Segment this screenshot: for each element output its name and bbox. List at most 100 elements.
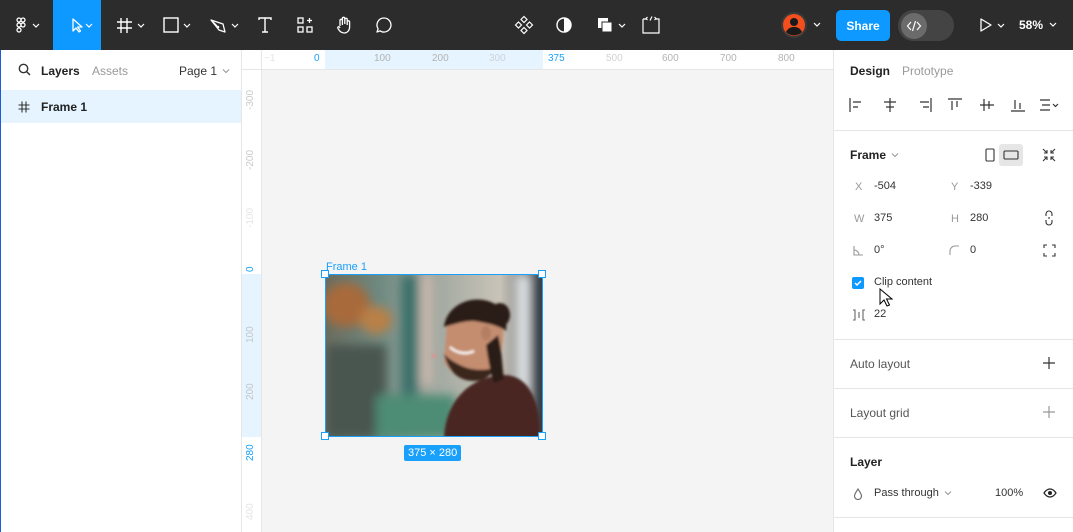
ruler-tick: 375: [548, 53, 565, 64]
chevron-down-icon: [222, 69, 230, 74]
layer-row[interactable]: Frame 1: [1, 90, 241, 123]
shape-tool-icon[interactable]: [156, 0, 196, 50]
distribute-icon: [1040, 99, 1059, 111]
landscape-icon[interactable]: [999, 144, 1023, 166]
gap-field[interactable]: 22: [874, 308, 886, 320]
resize-handle[interactable]: [321, 270, 329, 278]
contrast-icon[interactable]: [550, 0, 578, 50]
zoom-menu[interactable]: 58%: [1014, 0, 1066, 50]
resize-to-fit-icon[interactable]: [1041, 147, 1057, 168]
rotation-field[interactable]: 0°: [874, 244, 885, 256]
comment-icon[interactable]: [370, 0, 398, 50]
portrait-icon[interactable]: [979, 144, 1001, 166]
toolbar: Share 58%: [0, 0, 1073, 50]
vertical-ruler: -300 -200 -100 0 100 200 280 400: [242, 70, 262, 532]
frame-1[interactable]: [325, 274, 543, 437]
text-tool-icon[interactable]: [251, 0, 279, 50]
divider: [834, 339, 1073, 340]
divider: [834, 437, 1073, 438]
divider: [834, 388, 1073, 389]
align-bottom-icon: [1011, 100, 1025, 112]
canvas[interactable]: −1 0 100 200 300 375 500 600 700 800 -30…: [242, 50, 833, 532]
w-label: W: [854, 213, 865, 225]
ruler-tick: -300: [245, 89, 256, 110]
eye-icon[interactable]: [1043, 488, 1057, 498]
frame-title: Frame: [850, 148, 887, 162]
horizontal-ruler: −1 0 100 200 300 375 500 600 700 800: [242, 50, 833, 70]
dev-mode-toggle[interactable]: [898, 10, 954, 41]
tab-layers[interactable]: Layers: [41, 64, 80, 78]
clip-content-checkbox[interactable]: [852, 277, 864, 289]
ruler-tick: 400: [245, 503, 256, 520]
dev-mode-icon[interactable]: [637, 0, 665, 50]
pen-tool-icon[interactable]: [203, 0, 243, 50]
zoom-level: 58%: [1018, 18, 1044, 32]
layer-name: Frame 1: [41, 100, 88, 114]
add-layout-grid-icon[interactable]: [1043, 406, 1055, 418]
ruler-tick: -200: [245, 149, 256, 170]
move-tool-icon[interactable]: [53, 0, 101, 50]
ruler-tick: 100: [374, 53, 391, 64]
chevron-down-icon: [891, 153, 899, 158]
blend-mode-select[interactable]: Pass through: [874, 487, 953, 499]
frame-type-selector[interactable]: Frame: [850, 148, 900, 162]
clip-content-label[interactable]: Clip content: [874, 276, 932, 288]
independent-corners-icon[interactable]: [1043, 244, 1056, 262]
x-label: X: [855, 181, 863, 193]
align-right-icon: [920, 98, 932, 112]
play-icon[interactable]: [970, 0, 1010, 50]
search-icon[interactable]: [18, 63, 31, 81]
y-label: Y: [951, 181, 959, 193]
divider: [834, 517, 1073, 518]
frame-icon: [18, 101, 30, 113]
w-field[interactable]: 375: [874, 212, 892, 224]
component-icon[interactable]: [510, 0, 538, 50]
check-icon: [854, 280, 862, 287]
photo-image: [326, 275, 542, 436]
resize-handle[interactable]: [321, 432, 329, 440]
h-field[interactable]: 280: [970, 212, 988, 224]
ruler-tick: 100: [245, 326, 256, 343]
ruler-selection: [242, 274, 261, 437]
boolean-icon[interactable]: [590, 0, 632, 50]
resources-icon[interactable]: [291, 0, 319, 50]
page-selector[interactable]: Page 1: [179, 64, 231, 78]
hand-tool-icon[interactable]: [330, 0, 358, 50]
tab-design[interactable]: Design: [850, 64, 890, 78]
align-center-v-icon: [980, 99, 994, 111]
blend-mode-value: Pass through: [874, 487, 939, 499]
alignment-toolbar: [849, 98, 1059, 112]
opacity-field[interactable]: 100%: [995, 487, 1023, 499]
layout-grid-title: Layout grid: [850, 406, 910, 420]
user-menu[interactable]: [778, 0, 828, 50]
ruler-tick: 500: [606, 53, 623, 64]
page-name: Page 1: [179, 64, 218, 78]
frame-tool-icon[interactable]: [109, 0, 149, 50]
frame-label[interactable]: Frame 1: [326, 261, 367, 273]
x-field[interactable]: -504: [874, 180, 896, 192]
ruler-tick: 0: [245, 266, 256, 272]
y-field[interactable]: -339: [970, 180, 992, 192]
rotation-icon: [853, 246, 863, 256]
ruler-tick: 800: [778, 53, 795, 64]
share-button[interactable]: Share: [836, 10, 890, 41]
layer-section-title: Layer: [850, 455, 883, 469]
resize-handle[interactable]: [538, 432, 546, 440]
divider: [834, 130, 1073, 131]
resize-handle[interactable]: [538, 270, 546, 278]
radius-field[interactable]: 0: [970, 244, 976, 256]
ruler-tick: -100: [245, 207, 256, 228]
align-center-h-icon: [884, 98, 896, 112]
add-auto-layout-icon[interactable]: [1043, 357, 1055, 369]
ruler-tick: 700: [720, 53, 737, 64]
ruler-tick: 0: [314, 53, 320, 64]
ruler-tick: 300: [489, 53, 506, 64]
tab-assets[interactable]: Assets: [92, 64, 128, 78]
ruler-corner: [242, 50, 262, 70]
figma-menu-icon[interactable]: [6, 0, 46, 50]
tab-prototype[interactable]: Prototype: [902, 64, 953, 78]
size-badge: 375 × 280: [404, 445, 462, 461]
corner-radius-icon: [949, 245, 959, 255]
constrain-proportions-icon[interactable]: [1044, 210, 1054, 231]
align-left-icon: [849, 98, 861, 112]
